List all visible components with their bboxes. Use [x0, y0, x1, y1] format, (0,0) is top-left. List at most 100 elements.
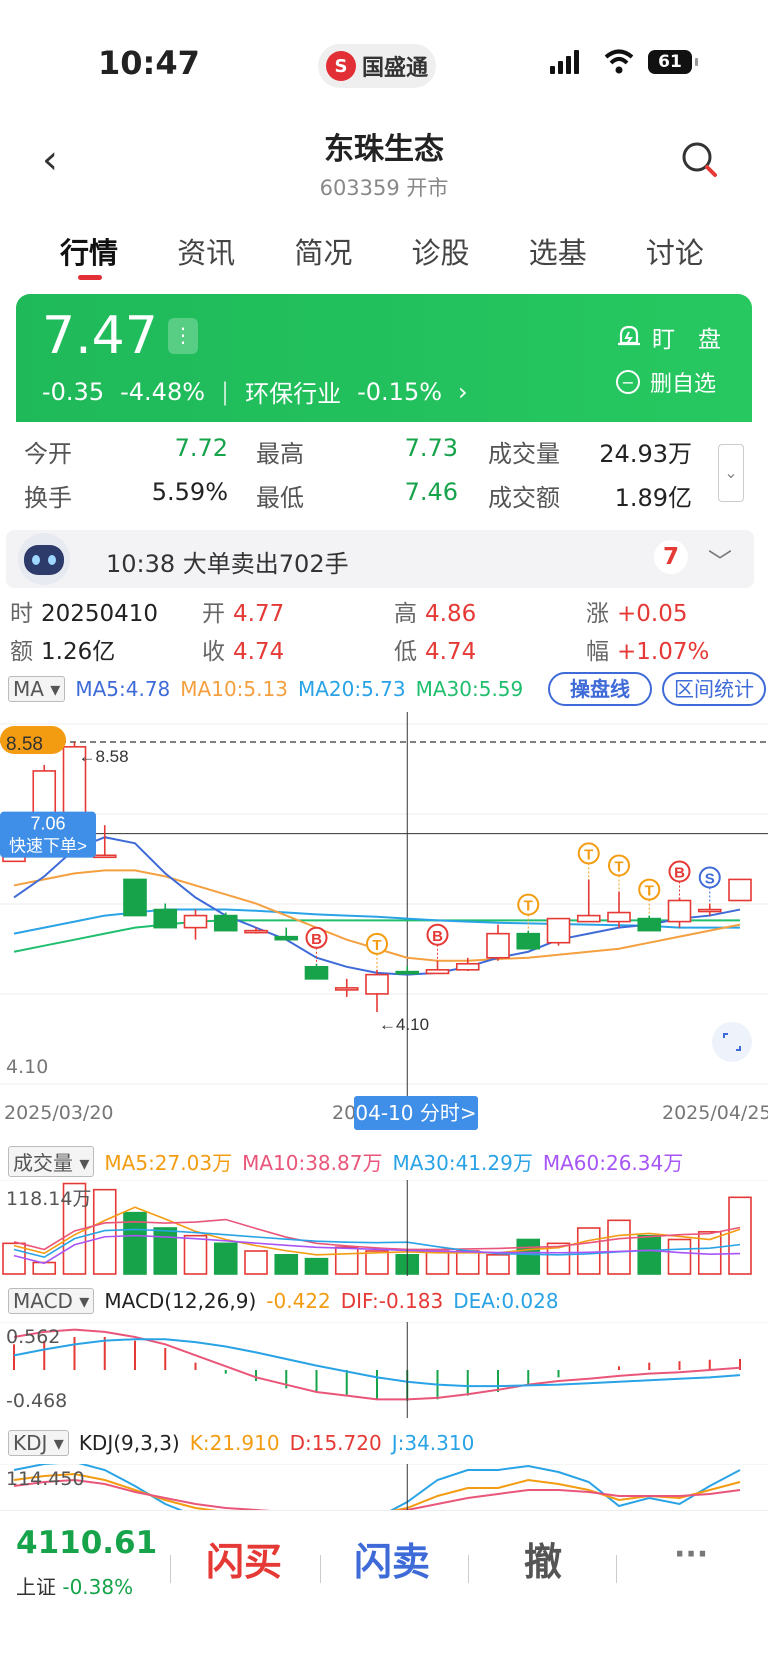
more-icon[interactable]: ···: [674, 1537, 708, 1572]
signal-label: T: [584, 846, 593, 863]
day-rise-label: 涨: [586, 601, 609, 627]
candle: [244, 929, 268, 934]
day-amount-label: 额: [10, 639, 33, 665]
news-text: 10:38 大单卖出702手: [106, 550, 349, 578]
chevron-down-icon[interactable]: ﹀: [708, 542, 732, 577]
watch-button[interactable]: 盯 盘: [616, 320, 721, 354]
industry-change[interactable]: -0.15%: [357, 378, 442, 406]
high-value: 7.73: [404, 434, 458, 462]
tab-funds[interactable]: 选基: [501, 230, 615, 272]
ma5-value: MA5:4.78: [75, 677, 171, 701]
volume-value: 24.93万: [599, 440, 692, 468]
fullscreen-icon: [712, 1022, 752, 1062]
day-open-value: 4.77: [233, 601, 285, 627]
dif-value: DIF:-0.183: [340, 1289, 444, 1313]
signal-label: T: [524, 898, 533, 915]
kdj-selector[interactable]: KDJ ▾: [8, 1430, 69, 1456]
ma-legend: MA ▾ MA5:4.78 MA10:5.13 MA20:5.73 MA30:5…: [8, 676, 523, 702]
candle: [334, 987, 359, 991]
day-range-value: +1.07%: [617, 639, 710, 665]
tab-diagnose[interactable]: 诊股: [384, 230, 498, 272]
tab-profile[interactable]: 简况: [266, 230, 380, 272]
day-amount-value: 1.26亿: [41, 639, 116, 665]
search-icon[interactable]: [680, 140, 720, 180]
date-value: 20250410: [41, 601, 159, 627]
index-pct: -0.38%: [62, 1575, 134, 1599]
flash-sell-button[interactable]: 闪卖: [354, 1531, 430, 1586]
volume-bar: [365, 1250, 389, 1275]
date-tooltip[interactable]: 04-10 分时>: [354, 1096, 478, 1130]
dea-value: DEA:0.028: [453, 1289, 559, 1313]
minus-circle-icon: −: [616, 370, 640, 394]
max-price-label: 8.58: [6, 734, 43, 755]
volume-bar: [607, 1219, 631, 1275]
tab-discuss[interactable]: 讨论: [618, 230, 732, 272]
max-marker: ←8.58: [79, 747, 129, 766]
volume-bar: [153, 1227, 178, 1275]
candle: [546, 917, 571, 944]
signal-label: B: [674, 864, 685, 881]
macd-bottom: -0.468: [6, 1390, 68, 1412]
volume-bar: [244, 1250, 268, 1275]
index-value[interactable]: 4110.61: [16, 1525, 157, 1561]
turnover-label: 换手: [24, 484, 72, 512]
volume-selector[interactable]: 成交量 ▾: [8, 1146, 95, 1177]
date-label: 时: [10, 601, 33, 627]
volume-legend: 成交量 ▾ MA5:27.03万 MA10:38.87万 MA30:41.29万…: [8, 1146, 683, 1177]
day-low-label: 低: [394, 639, 417, 665]
k-value: K:21.910: [189, 1431, 280, 1455]
macd-params: MACD(12,26,9): [104, 1289, 257, 1313]
tab-news[interactable]: 资讯: [149, 230, 263, 272]
cancel-order-button[interactable]: 撤: [524, 1531, 562, 1586]
open-label: 今开: [24, 440, 72, 468]
price-card: 7.47 ⋮ -0.35 -4.48% | 环保行业 -0.15% › 盯 盘 …: [16, 294, 752, 422]
candle: [304, 965, 329, 980]
candle: [123, 878, 147, 917]
remove-watchlist-button[interactable]: − 删自选: [616, 366, 716, 398]
ops-line-button[interactable]: 操盘线: [548, 672, 652, 706]
quote-stats: 今开 7.72 最高 7.73 成交量 24.93万 换手 5.59% 最低 7…: [0, 434, 768, 522]
bell-icon: [618, 325, 640, 346]
volume-bar: [213, 1242, 238, 1275]
vol-ma60: MA60:26.34万: [542, 1151, 684, 1175]
day-high-value: 4.86: [425, 601, 477, 627]
volume-bar: [183, 1234, 208, 1275]
volume-bar: [32, 1261, 57, 1275]
watch-label: 盯 盘: [652, 327, 721, 353]
candle: [576, 914, 601, 923]
macd-value: -0.422: [266, 1289, 331, 1313]
volume-bar: [334, 1246, 359, 1275]
current-price: 7.47: [42, 306, 158, 366]
macd-selector[interactable]: MACD ▾: [8, 1288, 95, 1314]
industry-name[interactable]: 环保行业: [245, 374, 341, 409]
candle: [607, 911, 631, 923]
range-stats-button[interactable]: 区间统计: [662, 672, 766, 706]
candlestick-chart[interactable]: B T B T T T T B S 8.58 ←8.58 ←4.10 7.06 快速下单>: [0, 712, 768, 1096]
signal-label: B: [311, 931, 322, 948]
index-info[interactable]: 上证 -0.38%: [16, 1571, 133, 1600]
signal-label: B: [432, 928, 443, 945]
tab-market[interactable]: 行情: [32, 230, 146, 280]
candle: [274, 935, 299, 941]
remove-label: 删自选: [650, 372, 717, 397]
ma-selector[interactable]: MA ▾: [8, 676, 66, 702]
news-count-badge: 7: [654, 540, 688, 574]
day-close-label: 收: [202, 639, 225, 665]
chevron-right-icon[interactable]: ›: [458, 378, 468, 406]
candle: [728, 878, 752, 902]
macd-chart: [0, 1322, 768, 1418]
volume-chart: [0, 1180, 768, 1276]
kdj-legend: KDJ ▾ KDJ(9,3,3) K:21.910 D:15.720 J:34.…: [8, 1430, 474, 1456]
day-range-label: 幅: [586, 639, 609, 665]
expand-stats-button[interactable]: ⌄: [718, 444, 744, 502]
volume-bar: [637, 1234, 662, 1275]
vol-ma5: MA5:27.03万: [104, 1151, 233, 1175]
flash-buy-button[interactable]: 闪买: [206, 1531, 282, 1586]
wifi-icon: [604, 49, 634, 74]
news-ticker[interactable]: 10:38 大单卖出702手 7 ﹀: [6, 530, 754, 588]
amount-label: 成交额: [488, 484, 560, 512]
date-end: 2025/04/25: [662, 1102, 768, 1124]
more-icon[interactable]: ⋮: [168, 318, 198, 354]
day-close-value: 4.74: [233, 639, 285, 665]
battery-icon: 61: [648, 50, 698, 74]
